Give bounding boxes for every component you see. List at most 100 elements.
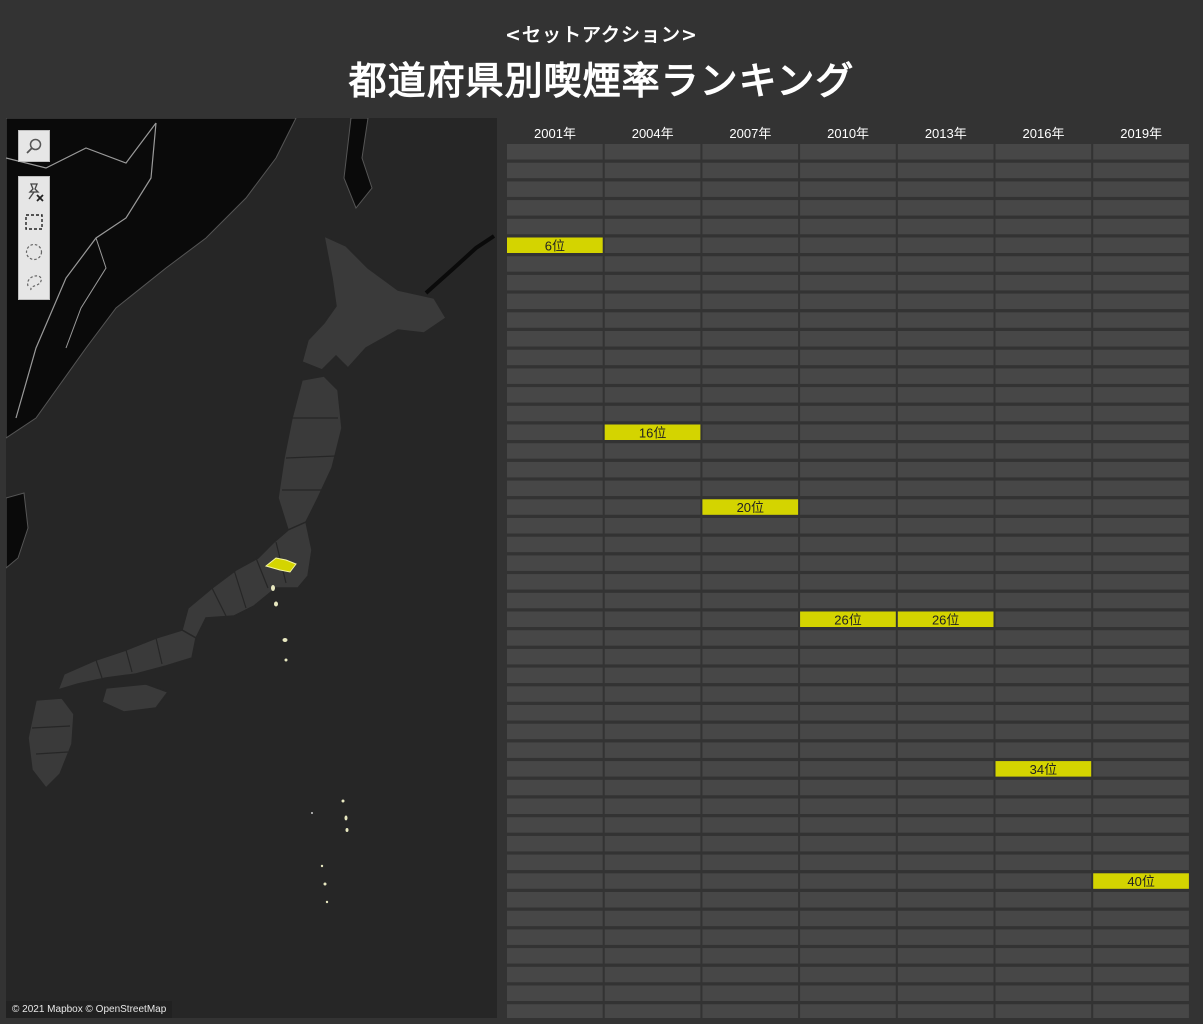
rank-cell[interactable] (995, 686, 1092, 702)
rank-cell[interactable] (702, 574, 799, 590)
rank-cell[interactable] (995, 499, 1092, 515)
rank-cell[interactable] (702, 948, 799, 964)
rank-cell[interactable] (507, 817, 603, 833)
rank-cell[interactable] (702, 686, 799, 702)
rank-cell[interactable] (1093, 779, 1189, 796)
rank-cell[interactable] (995, 854, 1092, 871)
rank-cell[interactable] (1093, 742, 1189, 758)
rank-cell[interactable] (507, 779, 603, 796)
rank-cell[interactable] (800, 835, 896, 852)
rank-cell[interactable] (702, 461, 799, 478)
rank-cell[interactable] (897, 312, 994, 328)
rank-cell[interactable] (897, 555, 994, 571)
rank-cell[interactable] (702, 181, 799, 197)
rank-cell[interactable] (507, 705, 603, 721)
map-attribution[interactable]: © 2021 Mapbox © OpenStreetMap (6, 1001, 173, 1018)
rank-cell[interactable] (702, 405, 799, 422)
rank-cell[interactable] (995, 312, 1092, 328)
rank-cell[interactable] (897, 592, 994, 609)
rectangle-select-button[interactable] (19, 207, 49, 237)
rank-cell[interactable] (604, 835, 701, 852)
rank-cell[interactable] (800, 630, 896, 646)
rank-cell[interactable] (800, 312, 896, 328)
rank-cell[interactable] (507, 592, 603, 609)
rank-cell[interactable] (1093, 705, 1189, 721)
rank-cell[interactable] (897, 218, 994, 235)
rank-cell[interactable] (604, 798, 701, 815)
rank-cell[interactable] (604, 723, 701, 740)
clear-selection-button[interactable] (19, 177, 49, 207)
rank-cell[interactable] (800, 424, 896, 441)
rank-cell[interactable] (995, 181, 1092, 197)
rank-cell[interactable] (800, 592, 896, 609)
rank-cell[interactable] (507, 854, 603, 871)
rank-cell[interactable] (604, 592, 701, 609)
map-search-button[interactable] (18, 130, 50, 162)
rank-cell[interactable] (1093, 574, 1189, 590)
rank-cell[interactable] (604, 761, 701, 777)
rank-cell[interactable] (995, 218, 1092, 235)
rank-cell[interactable] (1093, 200, 1189, 216)
rank-cell[interactable] (800, 274, 896, 291)
rank-cell[interactable] (897, 424, 994, 441)
rank-cell[interactable] (1093, 480, 1189, 497)
rank-cell[interactable] (800, 237, 896, 254)
rank-cell[interactable] (897, 779, 994, 796)
rank-cell[interactable] (702, 742, 799, 758)
rank-cell[interactable] (604, 779, 701, 796)
rank-cell[interactable] (1093, 536, 1189, 553)
rank-cell[interactable] (995, 705, 1092, 721)
rank-cell[interactable] (702, 854, 799, 871)
rank-cell[interactable] (507, 630, 603, 646)
rank-cell[interactable] (800, 181, 896, 197)
rank-cell[interactable] (507, 948, 603, 964)
rank-cell[interactable] (507, 331, 603, 347)
rank-cell[interactable] (995, 256, 1092, 272)
rank-cell[interactable] (995, 405, 1092, 422)
rank-cell[interactable] (702, 761, 799, 777)
rank-cell[interactable] (604, 667, 701, 684)
rank-cell[interactable] (995, 443, 1092, 459)
rank-cell[interactable] (507, 256, 603, 272)
rank-cell[interactable] (702, 723, 799, 740)
rank-cell[interactable] (507, 536, 603, 553)
rank-cell[interactable] (897, 574, 994, 590)
rank-cell[interactable] (702, 144, 799, 160)
rank-cell[interactable] (995, 723, 1092, 740)
rank-cell[interactable] (604, 611, 701, 628)
rank-cell[interactable] (604, 555, 701, 571)
rank-cell[interactable] (604, 331, 701, 347)
rank-cell[interactable] (702, 873, 799, 889)
rank-cell[interactable] (702, 480, 799, 497)
rank-cell[interactable] (1093, 592, 1189, 609)
rank-cell[interactable] (702, 630, 799, 646)
rank-cell[interactable] (995, 162, 1092, 179)
rank-cell[interactable] (507, 761, 603, 777)
rank-cell[interactable] (800, 686, 896, 702)
rank-cell[interactable] (507, 349, 603, 366)
rank-cell[interactable] (1093, 817, 1189, 833)
rank-cell[interactable] (507, 1004, 603, 1018)
rank-cell[interactable] (702, 237, 799, 254)
rank-cell[interactable] (604, 873, 701, 889)
rank-cell[interactable] (507, 480, 603, 497)
rank-cell[interactable] (507, 368, 603, 384)
rank-cell[interactable] (897, 518, 994, 534)
rank-cell[interactable] (800, 405, 896, 422)
rank-cell[interactable] (897, 723, 994, 740)
rank-cell[interactable] (897, 742, 994, 758)
rank-cell[interactable] (1093, 349, 1189, 366)
rank-cell[interactable] (604, 854, 701, 871)
rank-cell[interactable] (995, 555, 1092, 571)
rank-cell[interactable] (604, 443, 701, 459)
rank-cell[interactable] (604, 985, 701, 1002)
rank-cell[interactable] (995, 574, 1092, 590)
rank-cell[interactable] (507, 686, 603, 702)
rank-cell[interactable] (800, 162, 896, 179)
rank-cell[interactable] (702, 1004, 799, 1018)
rank-cell[interactable] (1093, 461, 1189, 478)
rank-cell[interactable] (1093, 1004, 1189, 1018)
rank-cell[interactable] (800, 929, 896, 945)
rank-cell[interactable] (897, 798, 994, 815)
rank-cell[interactable] (1093, 648, 1189, 665)
